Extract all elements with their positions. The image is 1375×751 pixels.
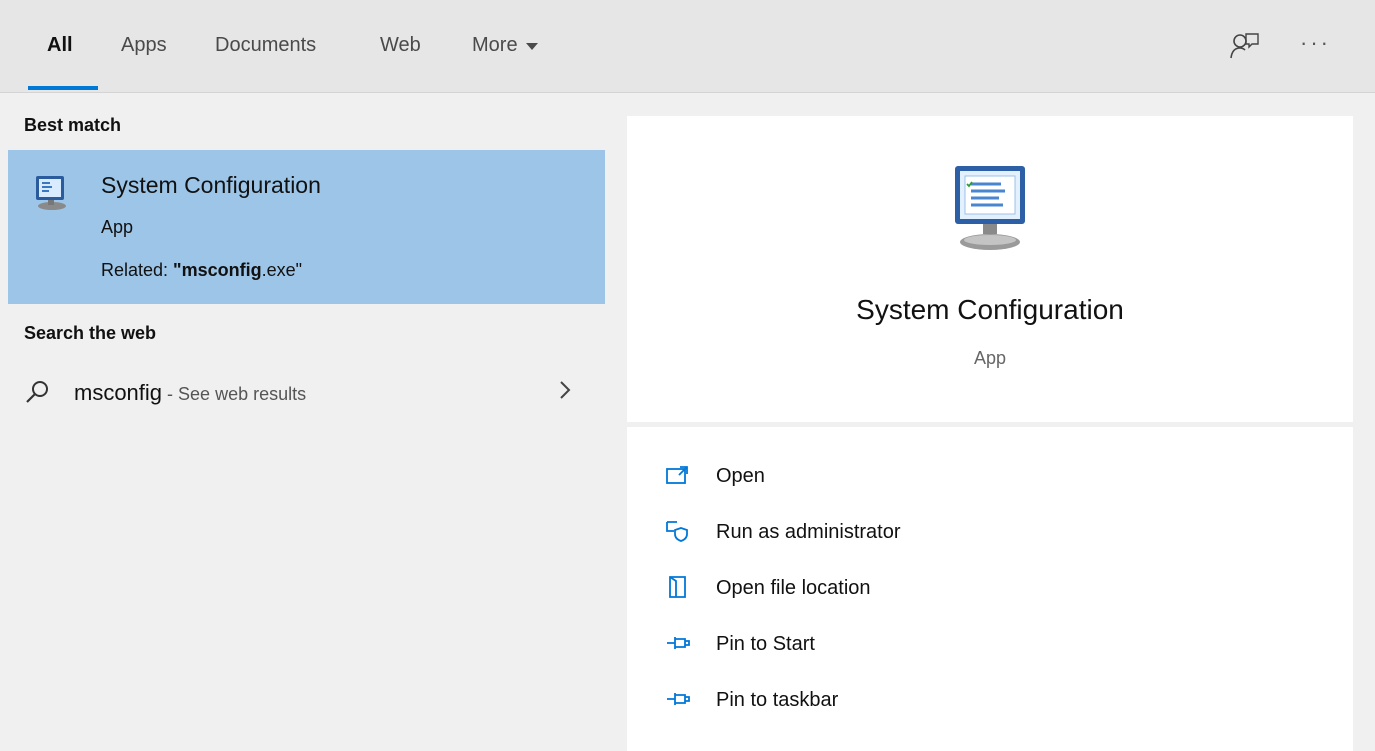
tab-web[interactable]: Web [380,34,421,57]
related-match: "msconfig [173,260,262,280]
action-run-as-admin-label: Run as administrator [716,521,901,543]
pin-icon [667,637,690,649]
tab-documents[interactable]: Documents [215,34,316,57]
web-query: msconfig [74,380,163,405]
search-filter-bar: All Apps Documents Web More ··· [0,0,1375,93]
run-as-admin-icon [666,521,688,542]
best-match-heading: Best match [24,115,122,135]
best-match-title: System Configuration [101,172,321,198]
action-pin-to-taskbar-label: Pin to taskbar [716,689,839,711]
web-search-result[interactable]: msconfig - See web results [8,363,605,423]
best-match-result[interactable]: System Configuration App Related: "mscon… [8,150,605,304]
best-match-related: Related: "msconfig.exe" [101,260,302,281]
app-preview-card: System Configuration App [627,116,1353,422]
tab-all[interactable]: All [47,34,73,57]
action-open[interactable]: Open [665,455,1305,495]
detail-title: System Configuration [856,294,1124,325]
more-options-button[interactable]: ··· [1300,30,1331,56]
action-open-file-location-label: Open file location [716,577,871,599]
system-configuration-icon [36,176,66,210]
tab-more-label: More [472,34,518,56]
caret-down-icon [525,43,538,50]
system-configuration-large-icon [955,166,1025,250]
tab-apps[interactable]: Apps [121,34,167,57]
web-suffix: - See web results [162,384,307,404]
chevron-right-icon[interactable] [558,379,572,401]
best-match-type: App [101,217,134,237]
open-icon [666,466,688,484]
actions-list: Open Run as administrator Open file loca… [627,427,1353,751]
feedback-icon[interactable] [1228,30,1260,62]
search-web-heading: Search the web [24,323,157,343]
action-open-file-location[interactable]: Open file location [665,567,1305,607]
related-prefix: Related: [101,260,174,280]
tab-more[interactable]: More [472,34,538,57]
action-pin-to-taskbar[interactable]: Pin to taskbar [665,679,1305,719]
file-location-icon [669,576,686,598]
web-result-text: msconfig - See web results [74,380,306,406]
search-icon [26,381,48,403]
action-open-label: Open [716,465,765,487]
action-pin-to-start-label: Pin to Start [716,633,815,655]
action-pin-to-start[interactable]: Pin to Start [665,623,1305,663]
active-tab-indicator [28,86,98,90]
action-run-as-admin[interactable]: Run as administrator [665,511,1305,551]
detail-type: App [973,348,1007,368]
pin-icon [667,693,690,705]
related-suffix: .exe" [261,260,303,280]
results-panel: Best match System Configuration App Rela… [0,93,607,751]
